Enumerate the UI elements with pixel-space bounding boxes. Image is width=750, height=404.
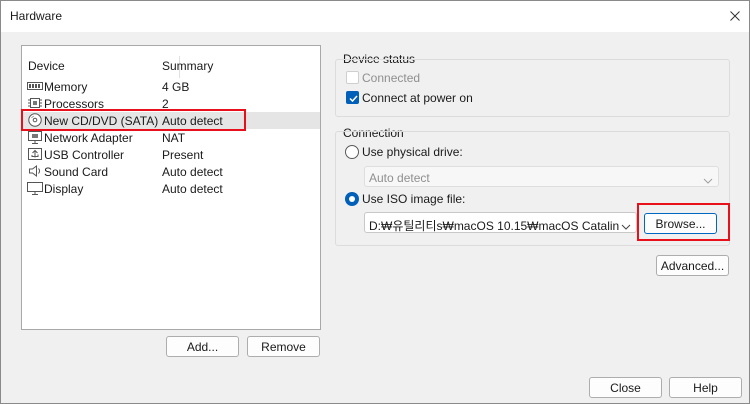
device-row-memory[interactable]: Memory 4 GB: [22, 78, 320, 95]
device-summary: 2: [162, 97, 169, 111]
device-summary: NAT: [162, 131, 186, 145]
device-list-header: Device Summary: [22, 56, 320, 78]
display-icon: [27, 181, 43, 195]
connected-label: Connected: [362, 71, 421, 85]
physical-drive-value: Auto detect: [369, 171, 430, 185]
device-column-header[interactable]: Device: [28, 59, 65, 73]
device-summary: Auto detect: [162, 165, 223, 179]
memory-icon: [27, 79, 43, 93]
use-physical-drive-label: Use physical drive:: [362, 145, 463, 159]
device-summary: 4 GB: [162, 80, 190, 94]
close-button[interactable]: Close: [589, 377, 662, 398]
window-title: Hardware: [10, 9, 63, 23]
help-button[interactable]: Help: [669, 377, 742, 398]
use-iso-image-radio[interactable]: [345, 192, 359, 206]
use-iso-image-label: Use ISO image file:: [362, 192, 466, 206]
device-summary: Auto detect: [162, 182, 223, 196]
connect-at-power-on-checkbox[interactable]: [346, 91, 359, 104]
device-summary: Present: [162, 148, 204, 162]
device-name: Processors: [44, 97, 105, 111]
speaker-icon: [27, 164, 43, 178]
device-status-group: [335, 59, 730, 117]
device-name: Memory: [44, 80, 88, 94]
processor-icon: [27, 96, 43, 110]
summary-column-header[interactable]: Summary: [162, 59, 213, 73]
device-name: USB Controller: [44, 148, 125, 162]
hardware-dialog: Hardware Device Summary Memory 4 GB Proc…: [0, 0, 750, 404]
iso-path-value: D:₩유틸리티s₩macOS 10.15₩macOS Catalina 10.: [369, 219, 619, 233]
chevron-down-icon: [703, 173, 713, 186]
chevron-down-icon[interactable]: [621, 219, 631, 232]
connect-at-power-on-label: Connect at power on: [362, 91, 473, 105]
device-row-network-adapter[interactable]: Network Adapter NAT: [22, 129, 320, 146]
device-row-sound-card[interactable]: Sound Card Auto detect: [22, 163, 320, 180]
browse-button[interactable]: Browse...: [644, 213, 717, 234]
use-physical-drive-radio[interactable]: [345, 145, 359, 159]
network-icon: [27, 130, 43, 144]
title-bar: Hardware: [1, 1, 749, 32]
iso-path-combo[interactable]: D:₩유틸리티s₩macOS 10.15₩macOS Catalina 10.: [364, 212, 637, 233]
device-name: Network Adapter: [44, 131, 133, 145]
advanced-button[interactable]: Advanced...: [656, 255, 729, 276]
checkmark-icon: [349, 95, 358, 103]
device-row-processors[interactable]: Processors 2: [22, 95, 320, 112]
device-name: Display: [44, 182, 84, 196]
physical-drive-select[interactable]: Auto detect: [364, 166, 719, 187]
device-summary: Auto detect: [162, 114, 223, 128]
remove-button[interactable]: Remove: [247, 336, 320, 357]
usb-icon: [27, 147, 43, 161]
add-button[interactable]: Add...: [166, 336, 239, 357]
device-name: Sound Card: [44, 165, 109, 179]
device-row-usb-controller[interactable]: USB Controller Present: [22, 146, 320, 163]
close-window-icon[interactable]: [724, 5, 746, 27]
connected-checkbox[interactable]: [346, 71, 359, 84]
device-row-display[interactable]: Display Auto detect: [22, 180, 320, 197]
device-list: Device Summary Memory 4 GB Processors 2 …: [21, 45, 321, 330]
device-name: New CD/DVD (SATA): [44, 114, 159, 128]
cd-dvd-icon: [27, 113, 43, 127]
device-row-cd-dvd[interactable]: New CD/DVD (SATA) Auto detect: [22, 112, 320, 129]
